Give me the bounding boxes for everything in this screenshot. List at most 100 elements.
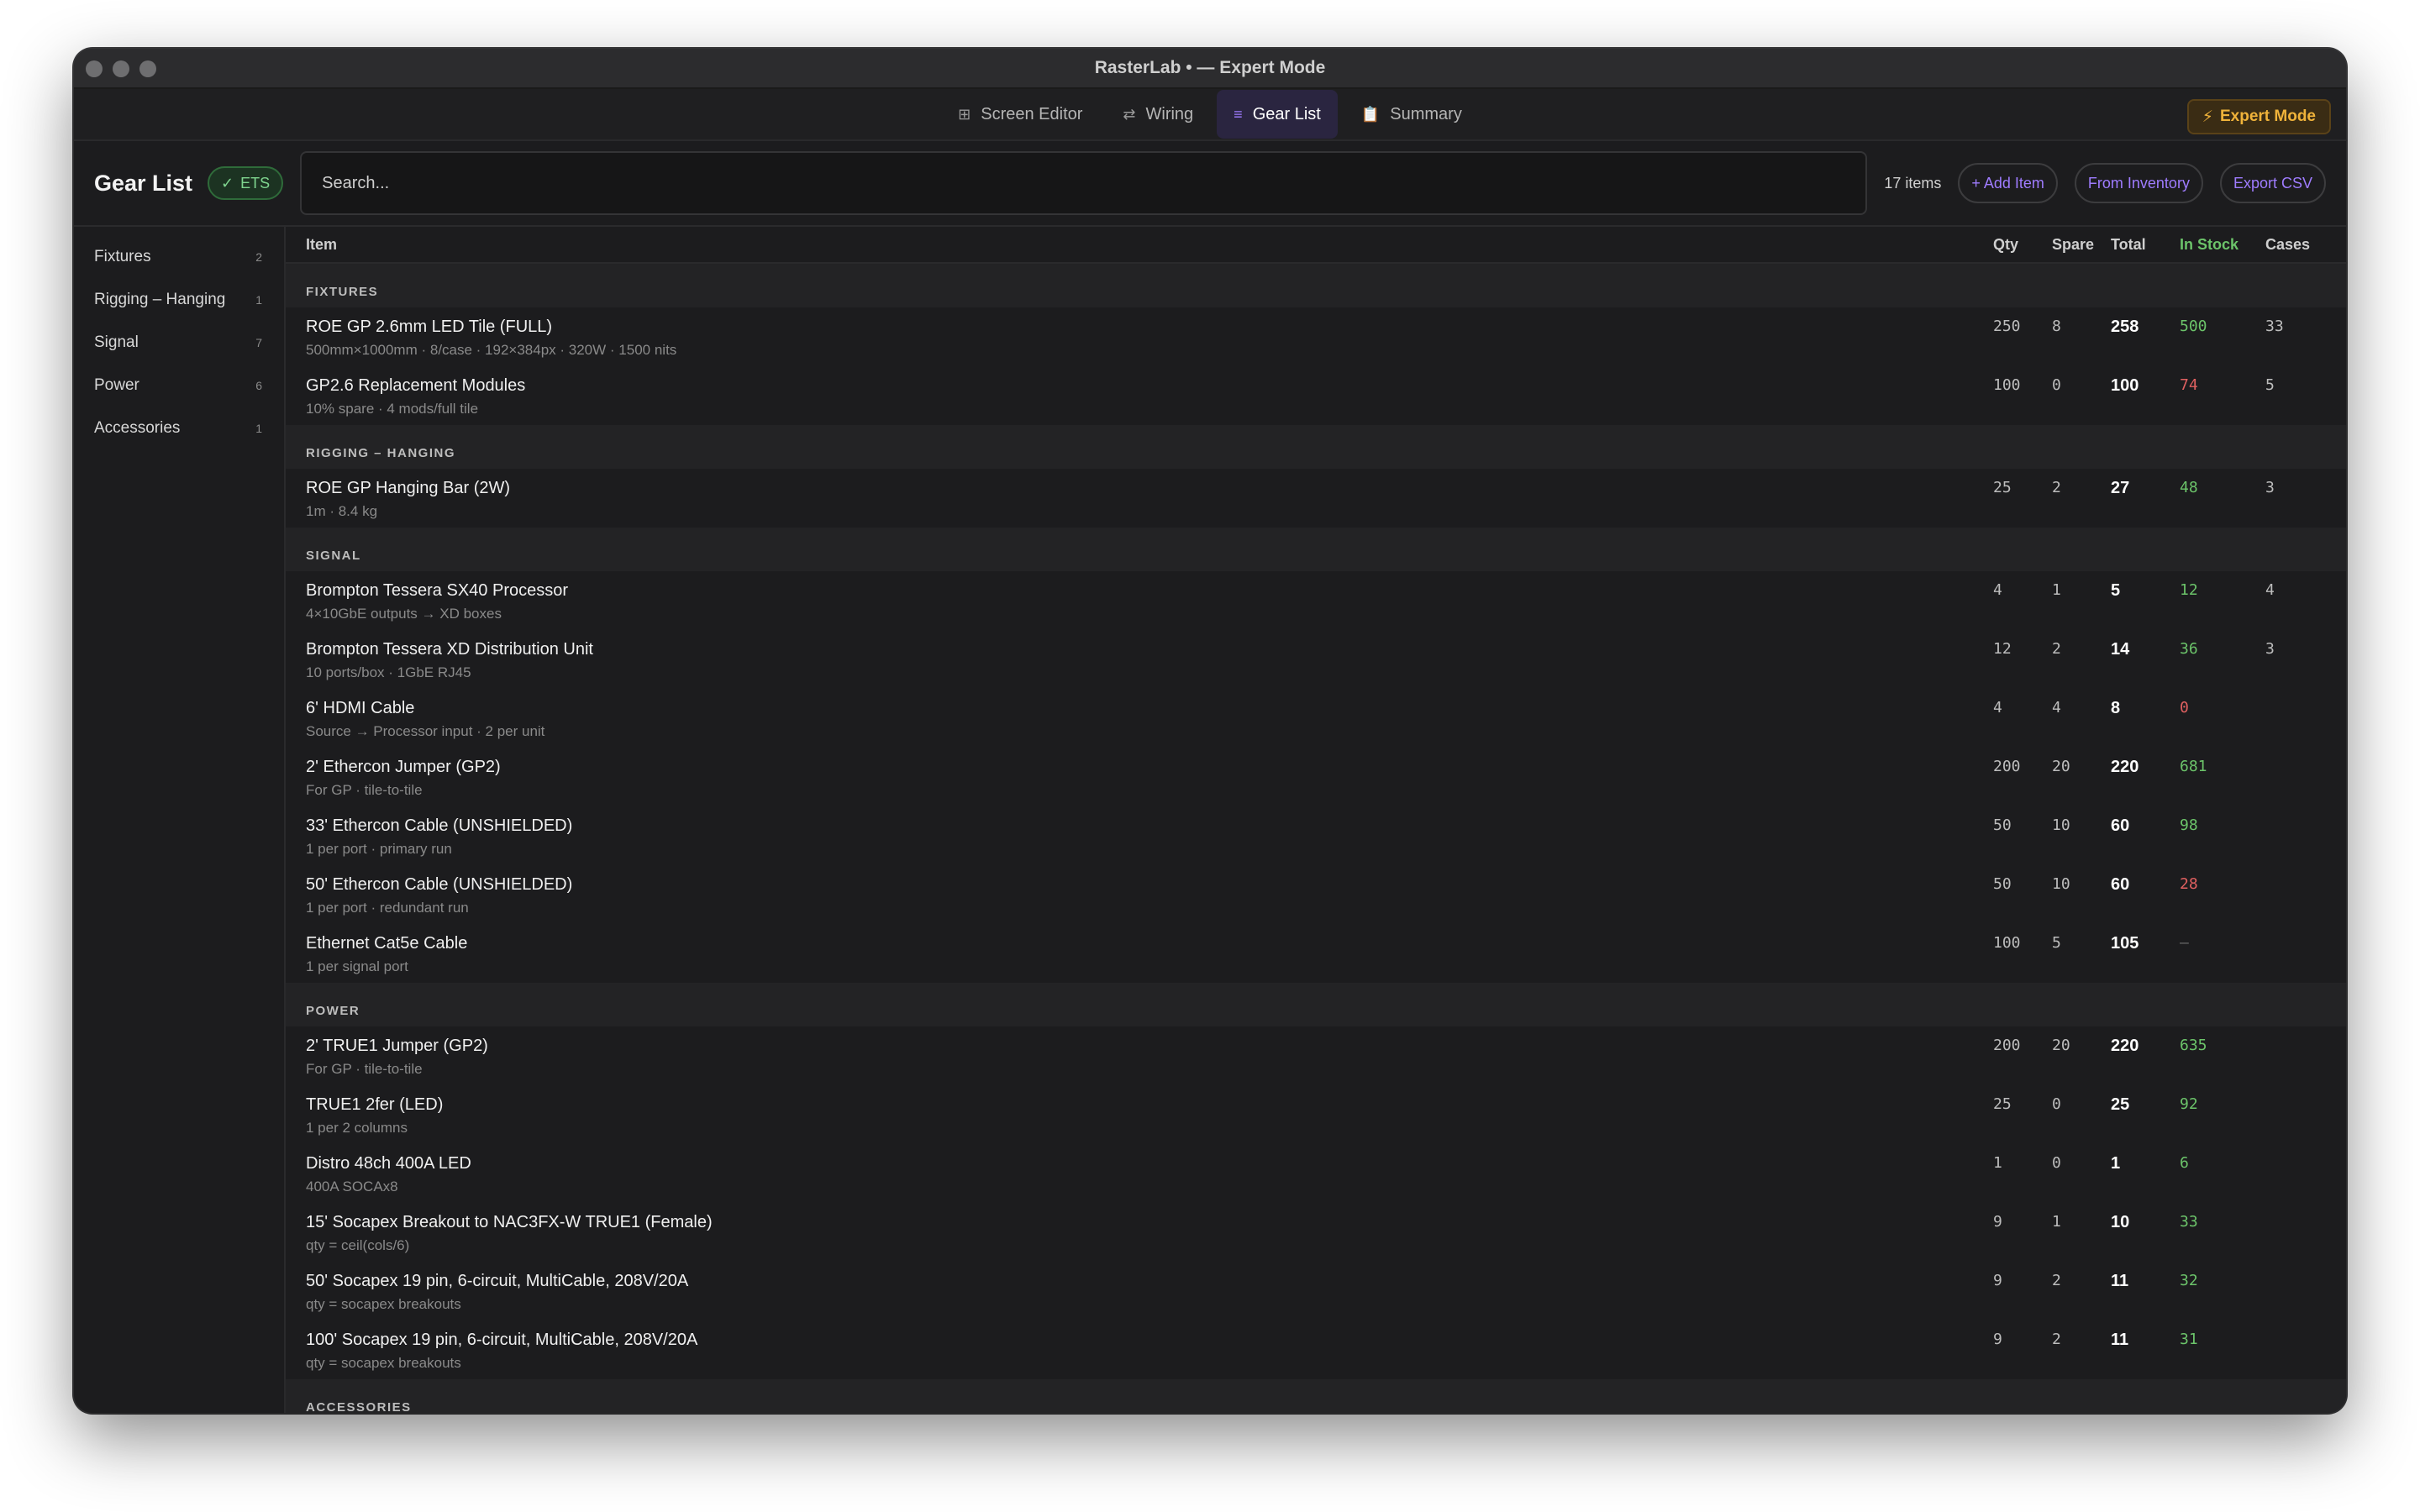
- qty-cell[interactable]: 200: [1993, 758, 2052, 775]
- item-description: 4×10GbE outputs → XD boxes: [306, 606, 502, 622]
- tab-screen-editor[interactable]: ⊞ Screen Editor: [941, 90, 1099, 139]
- table-row[interactable]: Brompton Tessera SX40 Processor 4×10GbE o…: [286, 571, 2346, 630]
- spare-cell[interactable]: 2: [2052, 1272, 2111, 1289]
- qty-cell[interactable]: 100: [1993, 934, 2052, 952]
- total-cell: 27: [2111, 479, 2130, 497]
- minimize-window-button[interactable]: [113, 60, 129, 77]
- spare-cell[interactable]: 20: [2052, 1037, 2111, 1054]
- lightning-icon: ⚡: [2202, 108, 2213, 126]
- item-name: 33' Ethercon Cable (UNSHIELDED): [306, 816, 573, 835]
- category-sidebar: Fixtures 2 Rigging – Hanging 1 Signal 7 Power 6…: [74, 227, 286, 1413]
- tab-summary[interactable]: 📋 Summary: [1344, 90, 1479, 139]
- sidebar-item-signal[interactable]: Signal 7: [74, 321, 284, 364]
- item-name: 2' TRUE1 Jumper (GP2): [306, 1037, 488, 1055]
- spare-cell[interactable]: 0: [2052, 1095, 2111, 1113]
- sidebar-item-accessories[interactable]: Accessories 1: [74, 407, 284, 449]
- export-csv-button[interactable]: Export CSV: [2219, 163, 2326, 203]
- spare-cell[interactable]: 1: [2052, 1213, 2111, 1231]
- qty-cell[interactable]: 4: [1993, 581, 2052, 599]
- table-row[interactable]: ROE GP 2.6mm LED Tile (FULL) 500mm×1000mm…: [286, 307, 2346, 366]
- sidebar-item-label: Signal: [94, 333, 139, 351]
- add-item-button[interactable]: + Add Item: [1958, 163, 2058, 203]
- header-in-stock[interactable]: In Stock: [2180, 236, 2265, 254]
- item-description: 1 per port · redundant run: [306, 900, 469, 916]
- item-name: Brompton Tessera XD Distribution Unit: [306, 640, 593, 659]
- spare-cell[interactable]: 10: [2052, 816, 2111, 834]
- qty-cell[interactable]: 9: [1993, 1272, 2052, 1289]
- table-row[interactable]: 50' Ethercon Cable (UNSHIELDED) 1 per por…: [286, 865, 2346, 924]
- qty-cell[interactable]: 4: [1993, 699, 2052, 717]
- qty-cell[interactable]: 12: [1993, 640, 2052, 658]
- header-cases[interactable]: Cases: [2265, 236, 2346, 254]
- spare-cell[interactable]: 2: [2052, 1331, 2111, 1348]
- item-description: 10 ports/box · 1GbE RJ45: [306, 664, 471, 680]
- spare-cell[interactable]: 5: [2052, 934, 2111, 952]
- item-cell: 100' Socapex 19 pin, 6-circuit, MultiCab…: [286, 1331, 1993, 1372]
- item-cell: 6' HDMI Cable Source → Processor input · …: [286, 699, 1993, 740]
- table-row[interactable]: 15' Socapex Breakout to NAC3FX-W TRUE1 (…: [286, 1203, 2346, 1262]
- qty-cell[interactable]: 100: [1993, 376, 2052, 394]
- table-row[interactable]: 33' Ethercon Cable (UNSHIELDED) 1 per por…: [286, 806, 2346, 865]
- sidebar-item-rigging-hanging[interactable]: Rigging – Hanging 1: [74, 278, 284, 321]
- tab-gear-list[interactable]: ≡ Gear List: [1217, 90, 1338, 139]
- spare-cell[interactable]: 2: [2052, 479, 2111, 496]
- sidebar-item-fixtures[interactable]: Fixtures 2: [74, 235, 284, 278]
- item-description: For GP · tile-to-tile: [306, 1061, 423, 1077]
- item-description: qty = ceil(cols/6): [306, 1237, 410, 1253]
- total-cell: 60: [2111, 875, 2130, 894]
- table-row[interactable]: 50' Socapex 19 pin, 6-circuit, MultiCabl…: [286, 1262, 2346, 1320]
- spare-cell[interactable]: 2: [2052, 640, 2111, 658]
- table-row[interactable]: 6' HDMI Cable Source → Processor input · …: [286, 689, 2346, 748]
- table-row[interactable]: 100' Socapex 19 pin, 6-circuit, MultiCab…: [286, 1320, 2346, 1379]
- table-row[interactable]: 2' TRUE1 Jumper (GP2) For GP · tile-to-ti…: [286, 1026, 2346, 1085]
- header-item[interactable]: Item: [286, 236, 1993, 254]
- qty-cell[interactable]: 25: [1993, 479, 2052, 496]
- table-row[interactable]: GP2.6 Replacement Modules 10% spare · 4 m…: [286, 366, 2346, 425]
- qty-cell[interactable]: 9: [1993, 1331, 2052, 1348]
- sidebar-item-count: 1: [255, 292, 262, 307]
- table-row[interactable]: Ethernet Cat5e Cable 1 per signal port 100…: [286, 924, 2346, 983]
- spare-cell[interactable]: 8: [2052, 318, 2111, 335]
- qty-cell[interactable]: 50: [1993, 816, 2052, 834]
- zoom-window-button[interactable]: [139, 60, 156, 77]
- table-row[interactable]: Distro 48ch 400A LED 400A SOCAx8 1 0 1 6: [286, 1144, 2346, 1203]
- expert-mode-button[interactable]: ⚡ Expert Mode: [2186, 99, 2331, 134]
- qty-cell[interactable]: 9: [1993, 1213, 2052, 1231]
- page-title: Gear List: [94, 170, 193, 196]
- header-spare[interactable]: Spare: [2052, 236, 2111, 254]
- header-qty[interactable]: Qty: [1993, 236, 2052, 254]
- close-window-button[interactable]: [86, 60, 103, 77]
- table-row[interactable]: TRUE1 2fer (LED) 1 per 2 columns 25 0 25 92: [286, 1085, 2346, 1144]
- spare-cell[interactable]: 20: [2052, 758, 2111, 775]
- sidebar-item-label: Accessories: [94, 418, 181, 437]
- header-total[interactable]: Total: [2111, 236, 2180, 254]
- tab-wiring[interactable]: ⇄ Wiring: [1106, 90, 1210, 139]
- sidebar-item-power[interactable]: Power 6: [74, 364, 284, 407]
- qty-cell[interactable]: 50: [1993, 875, 2052, 893]
- qty-cell[interactable]: 1: [1993, 1154, 2052, 1172]
- search-input[interactable]: [300, 151, 1868, 215]
- spare-cell[interactable]: 1: [2052, 581, 2111, 599]
- table-row[interactable]: 2' Ethercon Jumper (GP2) For GP · tile-to…: [286, 748, 2346, 806]
- section-header: FIXTURES: [286, 264, 2346, 307]
- spare-cell[interactable]: 0: [2052, 376, 2111, 394]
- qty-cell[interactable]: 200: [1993, 1037, 2052, 1054]
- spare-cell[interactable]: 10: [2052, 875, 2111, 893]
- cases-cell: 5: [2265, 376, 2275, 394]
- from-inventory-button[interactable]: From Inventory: [2074, 163, 2203, 203]
- item-cell: 15' Socapex Breakout to NAC3FX-W TRUE1 (…: [286, 1213, 1993, 1254]
- ets-badge[interactable]: ✓ ETS: [208, 166, 284, 200]
- list-icon: ≡: [1234, 105, 1243, 123]
- total-cell: 1: [2111, 1154, 2121, 1173]
- table-row[interactable]: Brompton Tessera XD Distribution Unit 10 …: [286, 630, 2346, 689]
- total-cell: 105: [2111, 934, 2139, 953]
- table-body: FIXTURES ROE GP 2.6mm LED Tile (FULL) 500m…: [286, 264, 2346, 1413]
- section-header: ACCESSORIES: [286, 1379, 2346, 1413]
- qty-cell[interactable]: 25: [1993, 1095, 2052, 1113]
- table-row[interactable]: ROE GP Hanging Bar (2W) 1m · 8.4 kg 25 2 27 4…: [286, 469, 2346, 528]
- item-cell: 2' Ethercon Jumper (GP2) For GP · tile-to…: [286, 758, 1993, 799]
- qty-cell[interactable]: 250: [1993, 318, 2052, 335]
- spare-cell[interactable]: 0: [2052, 1154, 2111, 1172]
- spare-cell[interactable]: 4: [2052, 699, 2111, 717]
- section-header: POWER: [286, 983, 2346, 1026]
